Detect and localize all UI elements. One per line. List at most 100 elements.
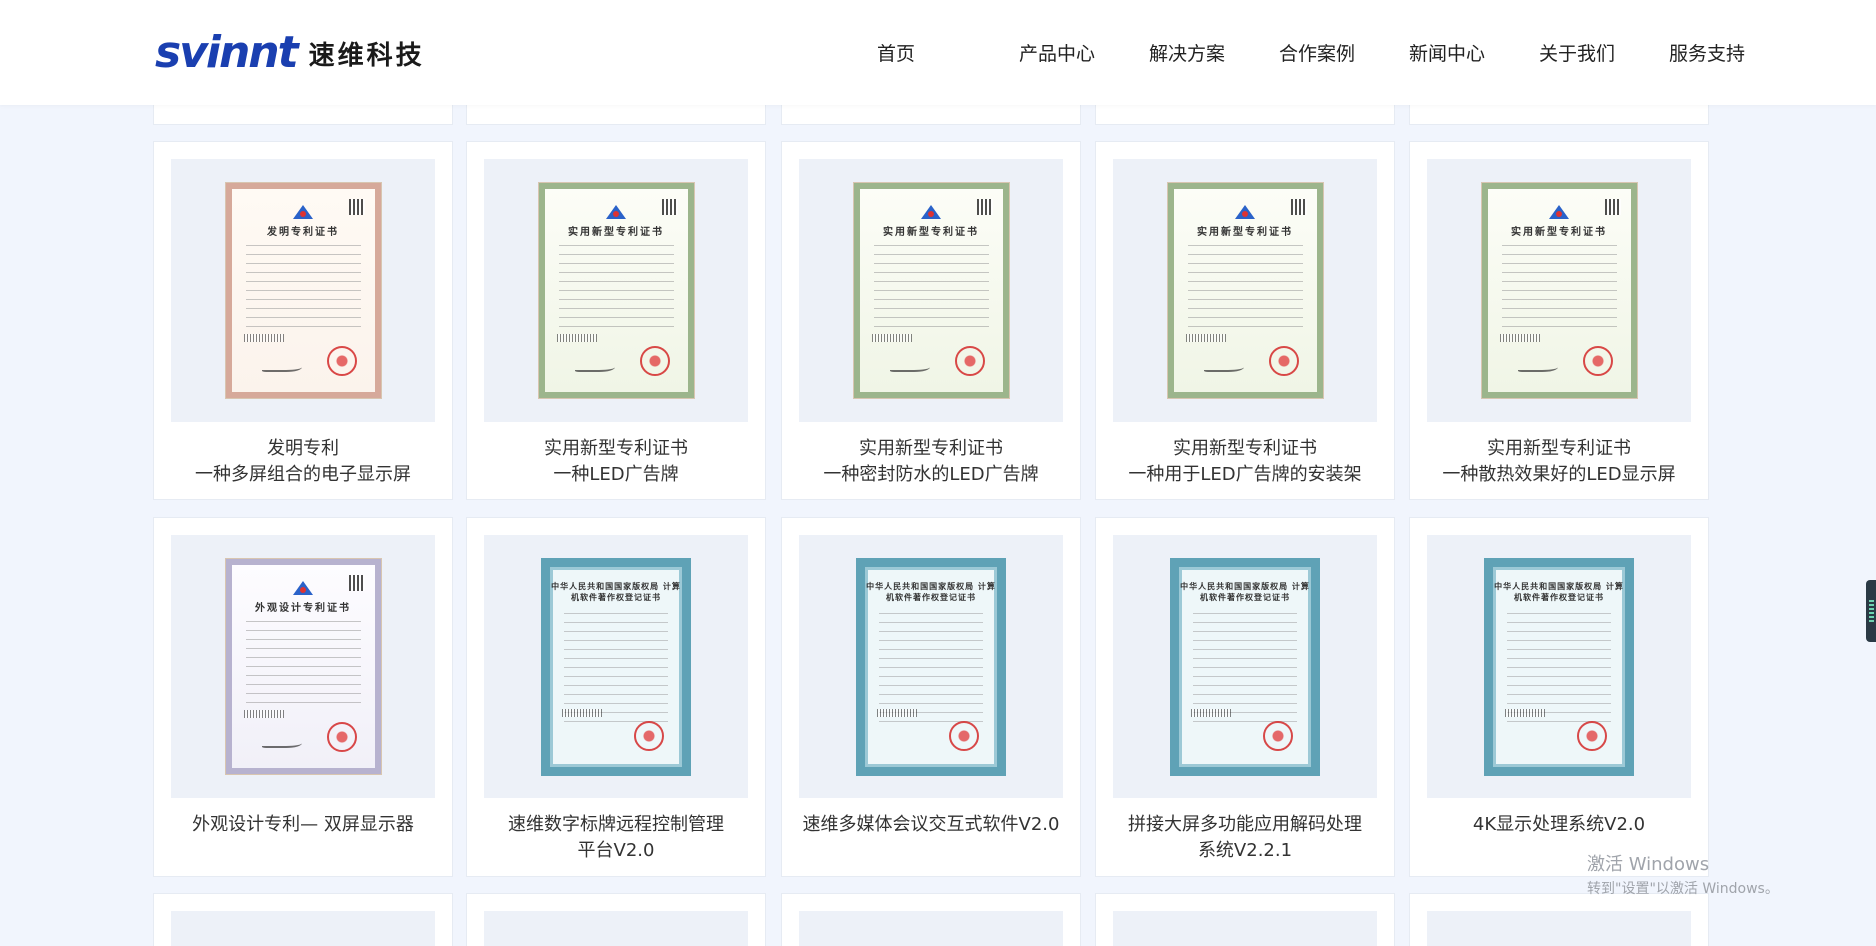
certificate-caption: 实用新型专利证书 一种散热效果好的LED显示屏 <box>1410 436 1708 488</box>
caption-line: 一种密封防水的LED广告牌 <box>823 464 1039 485</box>
nav-item-cases[interactable]: 合作案例 <box>1252 39 1382 66</box>
certificate-heading: 中华人民共和国国家版权局 计算机软件著作权登记证书 <box>551 581 681 602</box>
certificate-heading: 实用新型专利证书 <box>883 227 979 238</box>
software-copyright-certificate: 中华人民共和国国家版权局 计算机软件著作权登记证书 <box>1484 557 1634 776</box>
caption-line: 实用新型专利证书 <box>544 438 688 459</box>
patent-certificate: 发明专利证书 <box>225 183 381 398</box>
nav-item-news[interactable]: 新闻中心 <box>1382 39 1512 66</box>
signature-icon <box>1203 360 1244 372</box>
certificate-card[interactable] <box>153 893 453 946</box>
certificate-card[interactable]: 中华人民共和国国家版权局 计算机软件著作权登记证书 速维多媒体会议交互式软件V2… <box>781 517 1081 877</box>
site-logo[interactable]: svinnt 速维科技 <box>155 28 425 78</box>
certificate-card[interactable] <box>1409 893 1709 946</box>
certificate-image <box>799 911 1063 946</box>
barcode-icon <box>562 708 602 717</box>
certificate-image: 中华人民共和国国家版权局 计算机软件著作权登记证书 <box>484 535 748 798</box>
emblem-icon <box>293 205 313 219</box>
nav-item-home[interactable]: 首页 <box>877 39 949 66</box>
seal-icon <box>326 346 357 376</box>
certificate-card[interactable]: 中华人民共和国国家版权局 计算机软件著作权登记证书 拼接大屏多功能应用解码处理 … <box>1095 517 1395 877</box>
barcode-icon <box>556 334 597 342</box>
caption-line: 一种多屏组合的电子显示屏 <box>195 464 411 485</box>
barcode-icon <box>1191 708 1231 717</box>
certificate-text-lines <box>873 245 989 335</box>
certificate-image: 实用新型专利证书 <box>1427 159 1691 422</box>
main-nav: 首页 产品中心 解决方案 合作案例 新闻中心 关于我们 服务支持 <box>860 0 1772 105</box>
certificate-text-lines <box>245 245 361 335</box>
nav-item-support[interactable]: 服务支持 <box>1642 39 1772 66</box>
signature-icon <box>889 360 930 372</box>
certificate-text-lines <box>1501 245 1617 335</box>
certificate-card[interactable]: 实用新型专利证书 实用新型专利证书 一种密封防水的LED广告牌 <box>781 141 1081 500</box>
certificate-card[interactable]: 实用新型专利证书 实用新型专利证书 一种散热效果好的LED显示屏 <box>1409 141 1709 500</box>
certificate-image: 实用新型专利证书 <box>799 159 1063 422</box>
certificate-text-lines <box>558 245 674 335</box>
signature-icon <box>1517 360 1558 372</box>
certificate-card[interactable] <box>466 893 766 946</box>
certificate-text-lines <box>879 612 983 723</box>
certificate-card[interactable] <box>1095 893 1395 946</box>
watermark-title: 激活 Windows <box>1587 854 1710 875</box>
caption-line: 一种散热效果好的LED显示屏 <box>1442 464 1676 485</box>
barcode-icon <box>1185 334 1226 342</box>
certificate-card[interactable]: 实用新型专利证书 实用新型专利证书 一种LED广告牌 <box>466 141 766 500</box>
certificate-caption: 外观设计专利— 双屏显示器 <box>154 812 452 838</box>
caption-line: 速维数字标牌远程控制管理 <box>508 814 724 835</box>
nav-item-solutions[interactable]: 解决方案 <box>1122 39 1252 66</box>
caption-line: 一种LED广告牌 <box>553 464 679 485</box>
windows-activation-watermark: 激活 Windows 转到"设置"以激活 Windows。 <box>1587 850 1779 898</box>
certificate-image: 发明专利证书 <box>171 159 435 422</box>
barcode-icon <box>871 334 912 342</box>
certificate-caption: 4K显示处理系统V2.0 <box>1410 812 1708 838</box>
barcode-icon <box>1499 334 1540 342</box>
certificate-caption: 速维多媒体会议交互式软件V2.0 <box>782 812 1080 838</box>
nav-item-products[interactable]: 产品中心 <box>992 39 1122 66</box>
qr-code-icon <box>348 575 365 591</box>
caption-line: 平台V2.0 <box>577 840 655 861</box>
certificate-caption: 实用新型专利证书 一种用于LED广告牌的安装架 <box>1096 436 1394 488</box>
certificate-heading: 实用新型专利证书 <box>568 227 664 238</box>
qr-code-icon <box>976 199 993 215</box>
emblem-icon <box>921 205 941 219</box>
caption-line: 外观设计专利— 双屏显示器 <box>192 814 414 835</box>
caption-line: 发明专利 <box>267 438 339 459</box>
certificate-text-lines <box>1187 245 1303 335</box>
logo-company-name: 速维科技 <box>308 40 425 71</box>
certificate-card[interactable]: 中华人民共和国国家版权局 计算机软件著作权登记证书 速维数字标牌远程控制管理 平… <box>466 517 766 877</box>
barcode-icon <box>243 334 284 342</box>
patent-certificate: 实用新型专利证书 <box>1167 183 1323 398</box>
emblem-icon <box>1549 205 1569 219</box>
software-copyright-certificate: 中华人民共和国国家版权局 计算机软件著作权登记证书 <box>541 557 691 776</box>
certificate-text-lines <box>1193 612 1297 723</box>
emblem-icon <box>293 581 313 595</box>
certificate-image <box>1427 911 1691 946</box>
certificate-text-lines <box>245 621 361 711</box>
software-copyright-certificate: 中华人民共和国国家版权局 计算机软件著作权登记证书 <box>1170 557 1320 776</box>
seal-icon <box>954 346 985 376</box>
certificate-image <box>1113 911 1377 946</box>
certificate-heading: 发明专利证书 <box>267 227 339 238</box>
emblem-icon <box>1235 205 1255 219</box>
seal-icon <box>949 720 979 751</box>
emblem-icon <box>606 205 626 219</box>
certificate-image <box>484 911 748 946</box>
seal-icon <box>639 346 670 376</box>
certificate-card[interactable] <box>781 893 1081 946</box>
certificate-card[interactable]: 实用新型专利证书 实用新型专利证书 一种用于LED广告牌的安装架 <box>1095 141 1395 500</box>
logo-wordmark: svinnt <box>155 27 299 78</box>
seal-icon <box>1268 346 1299 376</box>
seal-icon <box>326 722 357 752</box>
caption-line: 实用新型专利证书 <box>1487 438 1631 459</box>
certificate-caption: 速维数字标牌远程控制管理 平台V2.0 <box>467 812 765 864</box>
caption-line: 实用新型专利证书 <box>859 438 1003 459</box>
caption-line: 速维多媒体会议交互式软件V2.0 <box>802 814 1060 835</box>
certificate-image: 中华人民共和国国家版权局 计算机软件著作权登记证书 <box>1113 535 1377 798</box>
certificate-card[interactable]: 外观设计专利证书 外观设计专利— 双屏显示器 <box>153 517 453 877</box>
nav-item-about[interactable]: 关于我们 <box>1512 39 1642 66</box>
certificate-card[interactable]: 发明专利证书 发明专利 一种多屏组合的电子显示屏 <box>153 141 453 500</box>
site-header: svinnt 速维科技 首页 产品中心 解决方案 合作案例 新闻中心 关于我们 … <box>0 0 1876 105</box>
patent-certificate: 实用新型专利证书 <box>538 183 694 398</box>
side-float-handle[interactable] <box>1866 580 1876 642</box>
certificate-image: 中华人民共和国国家版权局 计算机软件著作权登记证书 <box>1427 535 1691 798</box>
certificate-card[interactable]: 中华人民共和国国家版权局 计算机软件著作权登记证书 4K显示处理系统V2.0 <box>1409 517 1709 877</box>
